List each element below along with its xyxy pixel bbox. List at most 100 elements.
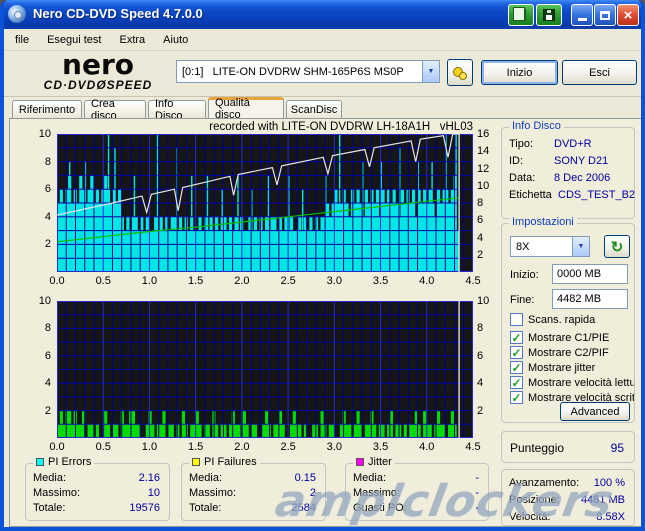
maximize-button[interactable] [594, 4, 616, 26]
nero-logo-text: nero [24, 52, 172, 78]
x-axis-label: 0.0 [44, 275, 70, 287]
checkbox-icon: ✓ [510, 391, 523, 404]
x-axis-label: 3.0 [321, 441, 347, 453]
checkbox-mostrare-velocita-lettura[interactable]: ✓ Mostrare velocità lettura [510, 376, 634, 389]
stato-panel: Avanzamento:100 % Posizione:4481 MB Velo… [501, 469, 635, 526]
checkbox-icon: ✓ [510, 346, 523, 359]
menu-aiuto[interactable]: Aiuto [154, 32, 197, 48]
chevron-down-icon[interactable]: ▼ [572, 237, 589, 256]
tipo-label: Tipo: [509, 138, 533, 150]
pie-errors-chart [57, 134, 473, 272]
pif-failures-chart [57, 301, 473, 438]
tab-info-disco[interactable]: Info Disco [148, 100, 206, 118]
jitter-caption: Jitter [353, 456, 395, 468]
eject-icon [452, 65, 468, 81]
copy-icon [516, 9, 526, 21]
x-axis-label: 2.0 [229, 275, 255, 287]
y-axis-right-label: 14 [477, 145, 499, 157]
y-axis-left-label: 4 [29, 211, 51, 223]
app-cd-icon [8, 5, 26, 23]
tab-riferimento[interactable]: Riferimento [12, 100, 82, 118]
y-axis-left-label: 2 [29, 238, 51, 250]
data-label: Data: [509, 172, 535, 184]
checkbox-label: Mostrare velocità lettura [528, 377, 634, 389]
chart-title: recorded with LITE-ON DVDRW LH-18A1H vHL… [150, 121, 473, 133]
x-axis-label: 0.5 [90, 441, 116, 453]
x-axis-label: 4.5 [460, 441, 486, 453]
y-axis-right-label: 10 [477, 295, 499, 307]
y-axis-right-label: 16 [477, 128, 499, 140]
eject-button[interactable] [447, 59, 473, 86]
punteggio-panel: Punteggio 95 [501, 431, 635, 463]
app-window: Nero CD-DVD Speed 4.7.0.0 × file Esegui … [0, 0, 645, 531]
refresh-icon: ↻ [611, 238, 624, 256]
pif-massimo-label: Massimo: [189, 487, 236, 499]
checkbox-icon: ✓ [510, 331, 523, 344]
close-icon: × [624, 7, 633, 24]
checkbox-mostrare-jitter[interactable]: ✓ Mostrare jitter [510, 361, 634, 374]
minimize-button[interactable] [571, 4, 593, 26]
y-axis-right-label: 4 [477, 377, 499, 389]
inizio-input[interactable] [552, 264, 628, 284]
avanzamento-label: Avanzamento: [509, 477, 579, 489]
floppy-save-icon [543, 9, 555, 21]
y-axis-right-label: 2 [477, 405, 499, 417]
y-axis-right-label: 6 [477, 350, 499, 362]
jitter-massimo-value: - [475, 487, 479, 499]
checkbox-mostrare-c2-pif[interactable]: ✓ Mostrare C2/PIF [510, 346, 634, 359]
jitter-panel: Jitter Media:- Massimo:- Guasti PO:- [345, 463, 489, 521]
y-axis-left-label: 10 [29, 128, 51, 140]
x-axis-label: 1.5 [183, 275, 209, 287]
toolbar: nero CD·DVDØSPEED [0:1] LITE-ON DVDRW SH… [4, 52, 641, 97]
y-axis-right-label: 6 [477, 214, 499, 226]
menu-esegui-test[interactable]: Esegui test [38, 32, 110, 48]
y-axis-right-label: 4 [477, 232, 499, 244]
close-button[interactable]: × [617, 4, 639, 26]
fine-input[interactable] [552, 289, 628, 309]
y-axis-right-label: 8 [477, 197, 499, 209]
checkbox-scans-rapida[interactable]: Scans. rapida [510, 313, 634, 326]
pie-massimo-value: 10 [148, 487, 160, 499]
speed-select[interactable]: 8X ▼ [510, 236, 590, 257]
export-button[interactable] [508, 4, 534, 26]
x-axis-label: 0.0 [44, 441, 70, 453]
tab-qualita-disco[interactable]: Qualità disco [208, 97, 284, 118]
refresh-speed-button[interactable]: ↻ [604, 235, 630, 258]
checkbox-mostrare-c1-pie[interactable]: ✓ Mostrare C1/PIE [510, 331, 634, 344]
title-bar[interactable]: Nero CD-DVD Speed 4.7.0.0 × [0, 0, 645, 29]
posizione-label: Posizione: [509, 494, 560, 506]
x-axis-label: 2.5 [275, 441, 301, 453]
x-axis-label: 1.0 [136, 275, 162, 287]
menu-file[interactable]: file [6, 32, 38, 48]
pie-color-swatch [36, 458, 44, 466]
chevron-down-icon[interactable]: ▼ [422, 61, 439, 82]
tab-crea-disco[interactable]: Crea disco [84, 100, 146, 118]
guasti-po-label: Guasti PO: [353, 502, 407, 514]
x-axis-label: 1.0 [136, 441, 162, 453]
impostazioni-panel: Impostazioni 8X ▼ ↻ Inizio: Fine: Scans.… [501, 223, 635, 423]
pif-media-value: 0.15 [295, 472, 316, 484]
tab-scandisc[interactable]: ScanDisc [286, 100, 342, 118]
pi-errors-caption: PI Errors [33, 456, 94, 468]
checkbox-icon: ✓ [510, 376, 523, 389]
tipo-value: DVD+R [554, 138, 592, 150]
x-axis-label: 4.0 [414, 441, 440, 453]
start-button[interactable]: Inizio [481, 60, 558, 85]
impostazioni-caption: Impostazioni [509, 216, 577, 228]
exit-button[interactable]: Esci [562, 60, 637, 85]
advanced-button[interactable]: Advanced [560, 402, 630, 421]
info-disco-panel: Info Disco Tipo:DVD+R ID:SONY D21 Data:8… [501, 127, 635, 219]
y-axis-right-label: 2 [477, 249, 499, 261]
y-axis-right-label: 8 [477, 322, 499, 334]
window-title: Nero CD-DVD Speed 4.7.0.0 [33, 6, 203, 21]
save-button[interactable] [536, 4, 562, 26]
checkbox-label: Mostrare C1/PIE [528, 332, 609, 344]
pie-totale-value: 19576 [129, 502, 160, 514]
checkbox-label: Scans. rapida [528, 314, 595, 326]
avanzamento-value: 100 % [594, 477, 625, 489]
punteggio-label: Punteggio [510, 441, 564, 455]
x-axis-label: 4.5 [460, 275, 486, 287]
drive-select[interactable]: [0:1] LITE-ON DVDRW SHM-165P6S MS0P ▼ [176, 60, 440, 83]
menu-extra[interactable]: Extra [110, 32, 154, 48]
fine-label: Fine: [510, 294, 534, 306]
